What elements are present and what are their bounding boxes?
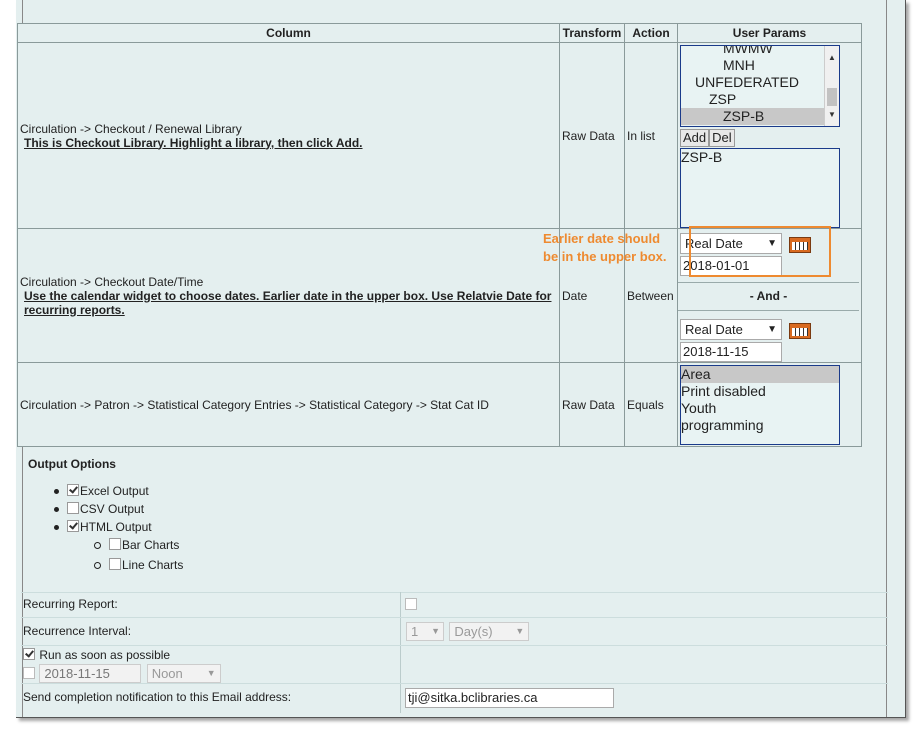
run-later-checkbox[interactable] bbox=[23, 667, 35, 679]
date-input-2[interactable]: 2018-11-15 bbox=[680, 342, 782, 362]
scroll-down-icon[interactable]: ▼ bbox=[828, 106, 836, 123]
line-charts-checkbox[interactable] bbox=[109, 558, 121, 570]
bullet bbox=[54, 489, 59, 495]
output-options-title: Output Options bbox=[28, 457, 116, 471]
action-cell: Equals bbox=[624, 362, 678, 447]
table-row: Circulation -> Patron -> Statistical Cat… bbox=[17, 362, 862, 447]
bar-charts-checkbox[interactable] bbox=[109, 538, 121, 550]
list-item[interactable]: Youth bbox=[681, 400, 839, 417]
calendar-icon[interactable] bbox=[789, 322, 812, 339]
recurring-report-label: Recurring Report: bbox=[23, 597, 118, 611]
run-asap-option: Run as soon as possible bbox=[23, 648, 170, 662]
column-cell: Circulation -> Checkout / Renewal Librar… bbox=[17, 42, 560, 229]
email-field[interactable]: tji@sitka.bclibraries.ca bbox=[405, 688, 614, 708]
line-charts-option: Line Charts bbox=[94, 558, 183, 572]
scroll-thumb[interactable] bbox=[827, 88, 837, 106]
select-value: Real Date bbox=[685, 322, 743, 337]
list-item-selected[interactable]: Area bbox=[681, 365, 839, 383]
row-divider bbox=[21, 645, 888, 646]
recurring-report-toggle bbox=[405, 598, 418, 612]
column-path: Circulation -> Checkout Date/Time bbox=[20, 274, 204, 289]
bullet bbox=[54, 525, 59, 531]
email-field-wrap: tji@sitka.bclibraries.ca bbox=[405, 688, 614, 708]
list-item-selected[interactable]: ZSP-B bbox=[681, 108, 825, 125]
bullet bbox=[94, 542, 101, 550]
annotation-line: Earlier date should bbox=[543, 231, 661, 246]
list-item[interactable]: MWMW bbox=[681, 46, 839, 57]
email-notification-label: Send completion notification to this Ema… bbox=[23, 690, 292, 704]
recurrence-interval-label: Recurrence Interval: bbox=[23, 624, 132, 638]
column-cell: Circulation -> Checkout Date/Time Use th… bbox=[17, 228, 560, 363]
annotation-highlight-box bbox=[689, 226, 831, 277]
header-user-params: User Params bbox=[677, 23, 862, 43]
option-label: Bar Charts bbox=[122, 538, 180, 552]
date-type-select-2[interactable]: Real Date ▼ bbox=[680, 319, 782, 340]
add-button[interactable]: Add bbox=[680, 129, 710, 147]
option-label: HTML Output bbox=[80, 520, 152, 534]
annotation-text: Earlier date should be in the upper box. bbox=[543, 230, 667, 266]
listbox-scrollbar[interactable]: ▲ ▼ bbox=[824, 46, 839, 126]
annotation-line: be in the upper box. bbox=[543, 249, 667, 264]
chevron-down-icon: ▼ bbox=[206, 668, 216, 678]
header-transform: Transform bbox=[559, 23, 625, 43]
bar-charts-option: Bar Charts bbox=[94, 538, 179, 552]
list-item[interactable]: ZSP bbox=[681, 91, 839, 108]
select-value: 1 bbox=[411, 624, 419, 639]
column-cell: Circulation -> Patron -> Statistical Cat… bbox=[17, 362, 560, 447]
header-action: Action bbox=[624, 23, 678, 43]
del-button[interactable]: Del bbox=[709, 129, 735, 147]
transform-cell: Raw Data bbox=[559, 362, 625, 447]
schedule-divider bbox=[400, 592, 401, 713]
list-item[interactable]: programming bbox=[681, 417, 839, 434]
interval-unit-select[interactable]: Day(s) ▼ bbox=[449, 622, 530, 641]
csv-output-option: CSV Output bbox=[54, 502, 144, 516]
params-cell: Area Print disabled Youth programming bbox=[677, 362, 862, 447]
csv-output-checkbox[interactable] bbox=[67, 502, 79, 514]
row-divider bbox=[21, 617, 888, 618]
chosen-listbox[interactable]: ZSP-B bbox=[680, 148, 840, 228]
chevron-down-icon: ▼ bbox=[515, 626, 525, 636]
select-value: Day(s) bbox=[454, 624, 493, 639]
chevron-down-icon: ▼ bbox=[767, 324, 777, 335]
scroll-up-icon[interactable]: ▲ bbox=[828, 49, 836, 66]
transform-cell: Raw Data bbox=[559, 42, 625, 229]
recurring-report-checkbox[interactable] bbox=[405, 598, 417, 610]
recurrence-interval-controls: 1 ▼ Day(s) ▼ bbox=[406, 622, 530, 641]
excel-output-checkbox[interactable] bbox=[67, 484, 79, 496]
run-time-select[interactable]: Noon ▼ bbox=[146, 664, 221, 683]
run-datetime-row: 2018-11-15 Noon ▼ bbox=[23, 664, 221, 683]
html-output-checkbox[interactable] bbox=[67, 520, 79, 532]
run-asap-label: Run as soon as possible bbox=[39, 648, 171, 662]
option-label: Excel Output bbox=[80, 484, 149, 498]
row-divider bbox=[21, 683, 888, 684]
bullet bbox=[94, 562, 101, 570]
stat-cat-listbox[interactable]: Area Print disabled Youth programming bbox=[680, 364, 840, 445]
column-path: Circulation -> Patron -> Statistical Cat… bbox=[20, 397, 489, 412]
column-path: Circulation -> Checkout / Renewal Librar… bbox=[20, 121, 242, 136]
list-item[interactable]: ZSP-B bbox=[681, 149, 839, 166]
and-label: - And - bbox=[678, 282, 859, 311]
column-hint: Use the calendar widget to choose dates.… bbox=[24, 288, 552, 317]
chevron-down-icon: ▼ bbox=[431, 626, 440, 636]
params-cell: MWMW MNH UNFEDERATED ZSP ZSP-B ▲ ▼ Add De… bbox=[677, 42, 862, 229]
list-item[interactable]: UNFEDERATED bbox=[681, 74, 839, 91]
column-hint: This is Checkout Library. Highlight a li… bbox=[24, 135, 363, 150]
run-asap-checkbox[interactable] bbox=[23, 648, 35, 660]
list-item[interactable]: Print disabled bbox=[681, 383, 839, 400]
run-date-input[interactable]: 2018-11-15 bbox=[39, 664, 142, 683]
excel-output-option: Excel Output bbox=[54, 484, 149, 498]
interval-count-select[interactable]: 1 ▼ bbox=[406, 622, 444, 641]
bullet bbox=[54, 507, 59, 513]
action-cell: In list bbox=[624, 42, 678, 229]
select-value: Noon bbox=[151, 666, 183, 681]
option-label: Line Charts bbox=[122, 558, 184, 572]
list-item[interactable]: MNH bbox=[681, 57, 839, 74]
library-listbox[interactable]: MWMW MNH UNFEDERATED ZSP ZSP-B ▲ ▼ bbox=[680, 45, 840, 127]
header-column: Column bbox=[17, 23, 560, 43]
option-label: CSV Output bbox=[80, 502, 145, 516]
table-row: Circulation -> Checkout / Renewal Librar… bbox=[17, 42, 862, 229]
html-output-option: HTML Output bbox=[54, 520, 152, 534]
